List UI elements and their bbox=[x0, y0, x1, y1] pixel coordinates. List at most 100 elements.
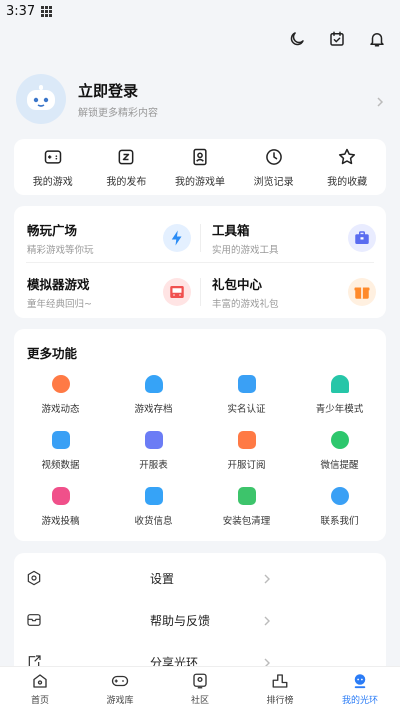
login-subtitle: 解锁更多精彩内容 bbox=[78, 107, 158, 119]
quick-my-gamelist[interactable]: 我的游戏单 bbox=[163, 147, 237, 188]
func-label: 青少年模式 bbox=[315, 404, 364, 415]
func-wechat-remind[interactable]: 微信提醒 bbox=[293, 427, 386, 483]
quick-my-posts[interactable]: 我的发布 bbox=[90, 147, 164, 188]
section-title: 更多功能 bbox=[27, 346, 78, 361]
quick-label: 浏览记录 bbox=[253, 176, 294, 188]
history-icon bbox=[264, 147, 284, 167]
chevron-right-icon bbox=[374, 93, 386, 107]
tab-my-halo[interactable]: 我的光环 bbox=[320, 667, 400, 711]
emulator-icon bbox=[163, 278, 191, 306]
gamelist-icon bbox=[190, 147, 210, 167]
submit-icon bbox=[51, 487, 70, 505]
tab-label: 游戏库 bbox=[106, 696, 134, 706]
quick-history[interactable]: 浏览记录 bbox=[237, 147, 311, 188]
quick-favorites[interactable]: 我的收藏 bbox=[310, 147, 384, 188]
func-label: 收货信息 bbox=[134, 516, 173, 527]
star-icon bbox=[337, 147, 357, 167]
moon-icon[interactable] bbox=[288, 30, 306, 48]
func-server-subscribe[interactable]: 开服订阅 bbox=[200, 427, 293, 483]
publish-icon bbox=[116, 147, 136, 167]
func-label: 微信提醒 bbox=[320, 460, 359, 471]
status-bar: 3:37 bbox=[0, 0, 400, 22]
avatar[interactable] bbox=[16, 74, 66, 124]
func-label: 安装包清理 bbox=[222, 516, 271, 527]
service-icon bbox=[330, 487, 349, 505]
top-toolbar bbox=[288, 30, 386, 48]
bottom-tab-bar: 首页 游戏库 社区 排行榜 我的光环 bbox=[0, 666, 400, 711]
row-help-feedback[interactable]: 帮助与反馈 bbox=[14, 598, 386, 642]
feature-gift-center[interactable]: 礼包中心 丰富的游戏礼包 bbox=[212, 274, 384, 318]
wechat-icon bbox=[330, 431, 349, 449]
tab-game-library[interactable]: 游戏库 bbox=[80, 667, 160, 711]
quick-my-games[interactable]: 我的游戏 bbox=[16, 147, 90, 188]
func-package-clean[interactable]: 安装包清理 bbox=[200, 483, 293, 539]
func-label: 联系我们 bbox=[320, 516, 359, 527]
app-grid-icon bbox=[41, 5, 53, 17]
func-game-save[interactable]: 游戏存档 bbox=[107, 371, 200, 427]
func-video-data[interactable]: 视频数据 bbox=[14, 427, 107, 483]
func-label: 视频数据 bbox=[41, 460, 80, 471]
func-label: 实名认证 bbox=[227, 404, 266, 415]
func-teen-mode[interactable]: 青少年模式 bbox=[293, 371, 386, 427]
chevron-right-icon bbox=[262, 615, 374, 626]
profile-icon bbox=[351, 672, 369, 690]
feature-play-square[interactable]: 畅玩广场 精彩游戏等你玩 bbox=[27, 220, 199, 264]
checkin-calendar-icon[interactable] bbox=[328, 30, 346, 48]
func-game-dynamic[interactable]: 游戏动态 bbox=[14, 371, 107, 427]
community-icon bbox=[191, 672, 209, 690]
row-label: 设置 bbox=[150, 571, 175, 586]
quick-label: 我的游戏 bbox=[32, 176, 73, 188]
settings-icon bbox=[26, 570, 138, 586]
tab-label: 首页 bbox=[30, 696, 49, 706]
toolbox-icon bbox=[348, 224, 376, 252]
bell-icon[interactable] bbox=[368, 30, 386, 48]
tab-label: 排行榜 bbox=[266, 696, 294, 706]
tab-label: 社区 bbox=[190, 696, 209, 706]
chevron-right-icon bbox=[262, 573, 374, 584]
lightning-icon bbox=[163, 224, 191, 252]
feature-panel: 畅玩广场 精彩游戏等你玩 工具箱 实用的游戏工具 模拟器游戏 童年经典回归~ 礼… bbox=[14, 206, 386, 318]
game-library-icon bbox=[111, 672, 129, 690]
dynamic-icon bbox=[51, 375, 70, 393]
tab-home[interactable]: 首页 bbox=[0, 667, 80, 711]
status-time: 3:37 bbox=[6, 3, 36, 19]
func-game-submit[interactable]: 游戏投稿 bbox=[14, 483, 107, 539]
quick-label: 我的收藏 bbox=[327, 176, 368, 188]
quick-actions: 我的游戏 我的发布 我的游戏单 浏览记录 我的收藏 bbox=[14, 139, 386, 195]
gamepad-icon bbox=[43, 147, 63, 167]
func-contact-us[interactable]: 联系我们 bbox=[293, 483, 386, 539]
more-functions: 更多功能 游戏动态 游戏存档 实名认证 青少年模式 视频数据 开服表 开服订阅 bbox=[14, 329, 386, 541]
clean-icon bbox=[237, 487, 256, 505]
gift-icon bbox=[348, 278, 376, 306]
help-icon bbox=[26, 612, 138, 628]
func-label: 游戏投稿 bbox=[41, 516, 80, 527]
login-title[interactable]: 立即登录 bbox=[78, 80, 374, 101]
server-list-icon bbox=[144, 431, 163, 449]
tab-label: 我的光环 bbox=[341, 696, 378, 706]
feature-toolbox[interactable]: 工具箱 实用的游戏工具 bbox=[212, 220, 384, 264]
ranking-icon bbox=[271, 672, 289, 690]
login-banner[interactable]: 立即登录 解锁更多精彩内容 bbox=[16, 74, 386, 124]
id-card-icon bbox=[237, 375, 256, 393]
quick-label: 我的游戏单 bbox=[174, 176, 225, 188]
func-label: 开服表 bbox=[139, 460, 168, 471]
func-server-list[interactable]: 开服表 bbox=[107, 427, 200, 483]
divider bbox=[200, 278, 201, 306]
func-label: 开服订阅 bbox=[227, 460, 266, 471]
calendar-icon bbox=[237, 431, 256, 449]
tab-community[interactable]: 社区 bbox=[160, 667, 240, 711]
cloud-save-icon bbox=[144, 375, 163, 393]
func-address[interactable]: 收货信息 bbox=[107, 483, 200, 539]
feature-emulator[interactable]: 模拟器游戏 童年经典回归~ bbox=[27, 274, 199, 318]
home-icon bbox=[31, 672, 49, 690]
row-label: 帮助与反馈 bbox=[150, 613, 211, 628]
tab-ranking[interactable]: 排行榜 bbox=[240, 667, 320, 711]
quick-label: 我的发布 bbox=[106, 176, 147, 188]
video-data-icon bbox=[51, 431, 70, 449]
divider bbox=[200, 224, 201, 252]
umbrella-icon bbox=[330, 375, 349, 393]
row-settings[interactable]: 设置 bbox=[14, 556, 386, 600]
func-real-name[interactable]: 实名认证 bbox=[200, 371, 293, 427]
func-label: 游戏动态 bbox=[41, 404, 80, 415]
divider bbox=[26, 262, 374, 263]
